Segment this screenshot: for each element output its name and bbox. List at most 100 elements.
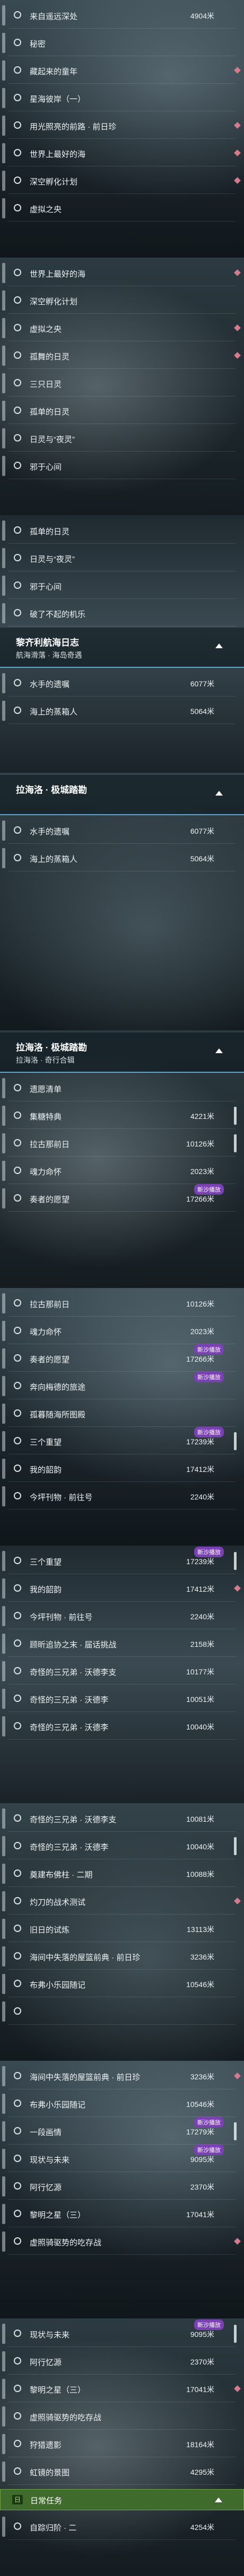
scroll-indicator[interactable] (234, 1107, 237, 1125)
screen-section: 奇怪的三兄弟 · 沃德李支 10081米 奇怪的三兄弟 · 沃德李 10040米 奠建布… (0, 1803, 244, 2061)
mission-row[interactable]: 水手的遗嘱 6077米 (0, 670, 244, 696)
mission-row[interactable]: 今坪刊物 · 前往号 2240米 (0, 1603, 244, 1629)
mission-row[interactable]: 邪于心间 (0, 453, 244, 479)
mission-row[interactable]: 灼刀的战术测试 (0, 1888, 244, 1915)
mission-row[interactable]: 深空孵化计划 (0, 167, 244, 194)
mission-row[interactable]: 拉古那前日 10126米 (0, 1290, 244, 1317)
chapter-subtitle: 拉海洛 · 奇行合辑 (16, 1056, 75, 1064)
mission-row[interactable]: 黎明之星（三） 17041米 (0, 2376, 244, 2402)
mission-row[interactable]: 奇怪的三兄弟 · 沃德李支 10177米 (0, 1658, 244, 1684)
mission-row[interactable]: 孤单的日灵 (0, 517, 244, 544)
mission-row[interactable]: 虹镜的景图 4295米 (0, 2458, 244, 2485)
mission-row[interactable]: 星海彼岸（一） (0, 85, 244, 111)
scroll-indicator[interactable] (234, 2325, 237, 2343)
mission-row[interactable]: 奏者的愿望 17266米 新沙播放 (0, 1184, 244, 1212)
mission-row[interactable]: 阿行忆源 2370米 (0, 2173, 244, 2200)
chapter-header[interactable]: 黎齐利航海日志 航海滑落 · 海岛奇遇 (0, 628, 244, 668)
collapse-arrow-icon[interactable] (215, 791, 223, 796)
mission-row[interactable]: 水手的遗嘱 6077米 (0, 817, 244, 844)
mission-row[interactable]: 深空孵化计划 (0, 287, 244, 314)
mission-row[interactable]: 一段画情 17279米 新沙播放 (0, 2117, 244, 2145)
screen-section: 来自遥远深处 4904米 秘密 藏起来的童年 星海彼岸（一） 用光照亮的前路 · 前日珍世… (0, 0, 244, 258)
mission-row[interactable]: 孤单的日灵 (0, 398, 244, 424)
mission-row[interactable]: 海间中失落的屋篮前典 · 前日珍 3236米 (0, 1943, 244, 1970)
mission-title: 世界上最好的海 (30, 150, 86, 159)
mission-row[interactable]: 世界上最好的海 (0, 260, 244, 286)
mission-row[interactable]: 奇怪的三兄弟 · 沃德李 10040米 (0, 1713, 244, 1740)
chapter-header[interactable]: 拉海洛 · 极城踏勘 (0, 775, 244, 815)
mission-row[interactable]: 布弗小乐园随记 10546米 (0, 1971, 244, 1997)
mission-row[interactable]: 日灵与“夜灵” (0, 425, 244, 452)
mission-row[interactable]: 孤暮随海所图殿 (0, 1400, 244, 1427)
row-divider (8, 2346, 236, 2347)
mission-row[interactable]: 现状与未来 9095米 新沙播放 (0, 2319, 244, 2347)
mission-title: 邪于心间 (30, 583, 62, 592)
mission-row[interactable]: 布弗小乐园随记 10546米 (0, 2090, 244, 2117)
mission-row[interactable]: 自踪归阶 · 二 4254米 (0, 2513, 244, 2540)
mission-row[interactable]: 现状与未来 9095米 新沙播放 (0, 2145, 244, 2172)
mission-row[interactable]: 顾昕追协之末 · 届话挑战 2158米 (0, 1630, 244, 1657)
mission-row[interactable]: 遗愿清单 (0, 1075, 244, 1101)
mission-title: 海上的蒸箱人 (30, 708, 78, 717)
mission-row[interactable]: 奠建布佛柱 · 二期 10088米 (0, 1860, 244, 1887)
mission-row[interactable]: 旧日的试炼 13113米 (0, 1916, 244, 1942)
row-divider (8, 2429, 236, 2430)
mission-row[interactable]: 三个重望 17239米 新沙播放 (0, 1427, 244, 1454)
mission-row[interactable]: 藏起来的童年 (0, 57, 244, 84)
row-edge-marker (2, 60, 5, 81)
mission-row[interactable]: 魂力命怀 2023米 (0, 1318, 244, 1344)
mission-distance: 6077米 (190, 680, 214, 688)
mission-row[interactable]: 虚拟之央 (0, 315, 244, 341)
circle-icon (14, 434, 21, 442)
mission-row[interactable]: 奇怪的三兄弟 · 沃德李 10051米 (0, 1686, 244, 1712)
mission-row[interactable]: 奔向梅德的旅途 新沙播放 (0, 1372, 244, 1399)
row-divider (8, 368, 236, 369)
mission-row[interactable]: 虚照骑驱势的吃存战 (0, 2403, 244, 2430)
collapse-arrow-icon[interactable] (215, 1048, 223, 1053)
scroll-indicator[interactable] (234, 1837, 237, 1855)
row-edge-marker (2, 2176, 5, 2196)
scroll-indicator[interactable] (234, 1134, 237, 1152)
chapter-header[interactable]: 拉海洛 · 极城踏勘 拉海洛 · 奇行合辑 (0, 1033, 244, 1073)
scroll-indicator[interactable] (234, 1552, 237, 1570)
mission-row[interactable]: 拉古那前日 10126米 (0, 1130, 244, 1157)
mission-row[interactable]: 虚拟之央 (0, 195, 244, 222)
mission-title: 虚照骑驱势的吃存战 (30, 2413, 102, 2422)
mission-row[interactable]: 用光照亮的前路 · 前日珍 (0, 112, 244, 139)
mission-row[interactable]: 奇怪的三兄弟 · 沃德李 10040米 (0, 1833, 244, 1859)
mission-row[interactable]: 三只日灵 (0, 370, 244, 396)
circle-icon (14, 324, 21, 331)
mission-distance: 17239米 (186, 1557, 214, 1566)
mission-title: 拉古那前日 (30, 1300, 70, 1309)
mission-row[interactable]: 日灵与“夜灵” (0, 545, 244, 571)
mission-row[interactable]: 阿行忆源 2370米 (0, 2348, 244, 2375)
mission-row[interactable]: 虚照骑驱势的吃存战 (0, 2228, 244, 2255)
mission-row[interactable]: 海上的蒸箱人 5064米 (0, 845, 244, 871)
mission-row[interactable]: 海间中失落的屋篮前典 · 前日珍 3236米 (0, 2063, 244, 2089)
mission-row[interactable] (0, 1998, 244, 2025)
mission-row[interactable]: 奏者的愿望 17266米 新沙播放 (0, 1344, 244, 1372)
mission-row[interactable]: 魂力命怀 2023米 (0, 1158, 244, 1184)
row-edge-marker (2, 1836, 5, 1856)
collapse-arrow-icon[interactable] (215, 643, 223, 648)
mission-row[interactable]: 邪于心间 (0, 572, 244, 599)
mission-row[interactable]: 海上的蒸箱人 5064米 (0, 698, 244, 724)
mission-row[interactable]: 孤舞的日灵 (0, 342, 244, 369)
mission-row[interactable]: 破了不起的机乐 (0, 600, 244, 627)
collapse-arrow-icon[interactable] (215, 2498, 222, 2502)
mission-row[interactable]: 来自遥远深处 4904米 (0, 2, 244, 29)
scroll-indicator[interactable] (234, 1432, 237, 1450)
mission-row[interactable]: 我的韶韵 17412米 (0, 1455, 244, 1482)
mission-row[interactable]: 三个重望 17239米 新沙播放 (0, 1547, 244, 1574)
mission-row[interactable]: 秘密 (0, 30, 244, 56)
mission-row[interactable]: 今坪刊物 · 前往号 2240米 (0, 1483, 244, 1510)
mission-row[interactable]: 世界上最好的海 (0, 140, 244, 166)
screen-section: 三个重望 17239米 新沙播放 我的韶韵 17412米 今坪刊物 · 前往号 2240米顾… (0, 1546, 244, 1803)
mission-row[interactable]: 狩猎遗影 18164米 (0, 2431, 244, 2457)
mission-row[interactable]: 集糖特典 4221米 (0, 1102, 244, 1129)
mission-row[interactable]: 黎明之星（三） 17041米 (0, 2201, 244, 2227)
mission-row[interactable]: 奇怪的三兄弟 · 沃德李支 10081米 (0, 1805, 244, 1832)
scroll-indicator[interactable] (234, 2122, 237, 2140)
daily-task-header[interactable]: 日日常任务 (0, 2489, 244, 2510)
mission-row[interactable]: 我的韶韵 17412米 (0, 1575, 244, 1602)
